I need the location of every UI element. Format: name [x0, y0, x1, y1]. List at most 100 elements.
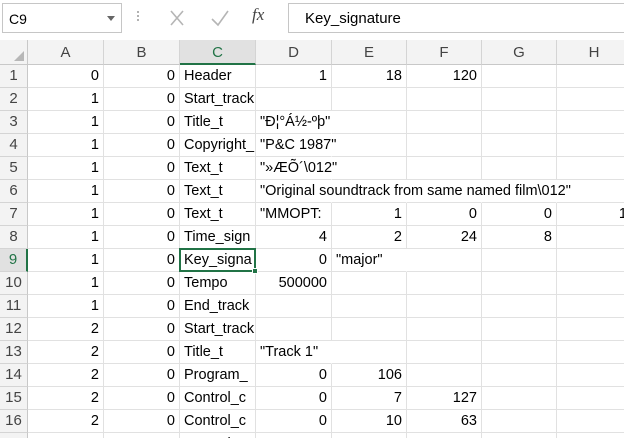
cancel-icon[interactable] [164, 6, 190, 30]
row-header[interactable]: 14 [0, 364, 28, 387]
cell-c8[interactable]: Time_sign [180, 226, 256, 249]
cell-g7[interactable]: 0 [482, 203, 557, 226]
cell-e13[interactable] [332, 341, 407, 364]
cell-f12[interactable] [407, 318, 482, 341]
cell-b8[interactable]: 0 [104, 226, 180, 249]
cell-g13[interactable] [482, 341, 557, 364]
cell-g14[interactable] [482, 364, 557, 387]
cell-e1[interactable]: 18 [332, 65, 407, 88]
cell-d7[interactable]: "MMOPT: [256, 203, 332, 226]
cell-d11[interactable] [256, 295, 332, 318]
cell-b4[interactable]: 0 [104, 134, 180, 157]
cell-c9[interactable]: Key_signa [180, 249, 256, 272]
formula-input[interactable]: Key_signature [288, 3, 624, 33]
cell-f13[interactable] [407, 341, 482, 364]
cell-c6[interactable]: Text_t [180, 180, 256, 203]
cell-d10[interactable]: 500000 [256, 272, 332, 295]
cell-d9[interactable]: 0 [256, 249, 332, 272]
cell-h5[interactable] [557, 157, 624, 180]
cell-c1[interactable]: Header [180, 65, 256, 88]
column-header-f[interactable]: F [407, 40, 482, 65]
cell-c12[interactable]: Start_track [180, 318, 256, 341]
row-header[interactable]: 10 [0, 272, 28, 295]
name-box[interactable]: C9 [2, 3, 122, 33]
row-header[interactable]: 6 [0, 180, 28, 203]
cell-f9[interactable] [407, 249, 482, 272]
column-header-e[interactable]: E [332, 40, 407, 65]
cell-h3[interactable] [557, 111, 624, 134]
cell-c3[interactable]: Title_t [180, 111, 256, 134]
cell-b13[interactable]: 0 [104, 341, 180, 364]
cell-b9[interactable]: 0 [104, 249, 180, 272]
cell-c7[interactable]: Text_t [180, 203, 256, 226]
cell-h2[interactable] [557, 88, 624, 111]
cell-d3[interactable]: "Ð¦°Á½-ºþ" [256, 111, 332, 134]
cell-b3[interactable]: 0 [104, 111, 180, 134]
cell-h12[interactable] [557, 318, 624, 341]
chevron-down-icon[interactable] [107, 16, 115, 21]
cell-a10[interactable]: 1 [28, 272, 104, 295]
cell-b16[interactable]: 0 [104, 410, 180, 433]
cell-e11[interactable] [332, 295, 407, 318]
cell-h7[interactable]: 1 [557, 203, 624, 226]
cell-b1[interactable]: 0 [104, 65, 180, 88]
cell-e12[interactable] [332, 318, 407, 341]
cell-d2[interactable] [256, 88, 332, 111]
cell-b15[interactable]: 0 [104, 387, 180, 410]
cell-g2[interactable] [482, 88, 557, 111]
cell-c11[interactable]: End_track [180, 295, 256, 318]
cell-a11[interactable]: 1 [28, 295, 104, 318]
cell-d16[interactable]: 0 [256, 410, 332, 433]
enter-check-icon[interactable] [207, 6, 233, 30]
cell-a9[interactable]: 1 [28, 249, 104, 272]
row-header[interactable]: 17 [0, 433, 28, 438]
row-header[interactable]: 16 [0, 410, 28, 433]
cell-g16[interactable] [482, 410, 557, 433]
cell-h11[interactable] [557, 295, 624, 318]
cell-c14[interactable]: Program_ [180, 364, 256, 387]
cell-h17[interactable] [557, 433, 624, 438]
cell-h1[interactable] [557, 65, 624, 88]
cell-f5[interactable] [407, 157, 482, 180]
cell-g1[interactable] [482, 65, 557, 88]
cell-g6[interactable] [482, 180, 557, 203]
cell-g5[interactable] [482, 157, 557, 180]
cell-g12[interactable] [482, 318, 557, 341]
row-header[interactable]: 9 [0, 249, 28, 272]
column-header-b[interactable]: B [104, 40, 180, 65]
cell-a15[interactable]: 2 [28, 387, 104, 410]
cell-h9[interactable] [557, 249, 624, 272]
cell-g15[interactable] [482, 387, 557, 410]
cell-c10[interactable]: Tempo [180, 272, 256, 295]
cell-e5[interactable] [332, 157, 407, 180]
row-header[interactable]: 7 [0, 203, 28, 226]
cell-h8[interactable] [557, 226, 624, 249]
row-header[interactable]: 2 [0, 88, 28, 111]
cell-f8[interactable]: 24 [407, 226, 482, 249]
cell-h16[interactable] [557, 410, 624, 433]
cell-b12[interactable]: 0 [104, 318, 180, 341]
row-header[interactable]: 8 [0, 226, 28, 249]
row-header[interactable]: 5 [0, 157, 28, 180]
cell-f14[interactable] [407, 364, 482, 387]
cell-f4[interactable] [407, 134, 482, 157]
cell-b2[interactable]: 0 [104, 88, 180, 111]
row-header[interactable]: 11 [0, 295, 28, 318]
cell-d4[interactable]: "P&C 1987" [256, 134, 336, 157]
cell-c2[interactable]: Start_track [180, 88, 256, 111]
cell-g8[interactable]: 8 [482, 226, 557, 249]
cell-e7[interactable]: 1 [332, 203, 407, 226]
cell-c13[interactable]: Title_t [180, 341, 256, 364]
cell-f2[interactable] [407, 88, 482, 111]
cell-h6[interactable] [557, 180, 624, 203]
select-all-button[interactable] [0, 40, 28, 65]
column-header-a[interactable]: A [28, 40, 104, 65]
cell-e2[interactable] [332, 88, 407, 111]
cell-c16[interactable]: Control_c [180, 410, 256, 433]
cell-b10[interactable]: 0 [104, 272, 180, 295]
cell-a1[interactable]: 0 [28, 65, 104, 88]
cell-d17[interactable]: 0 [256, 433, 332, 438]
cell-a14[interactable]: 2 [28, 364, 104, 387]
drag-handle-icon[interactable] [134, 9, 142, 27]
cell-d6[interactable]: "Original soundtrack from same named fil… [256, 180, 571, 203]
